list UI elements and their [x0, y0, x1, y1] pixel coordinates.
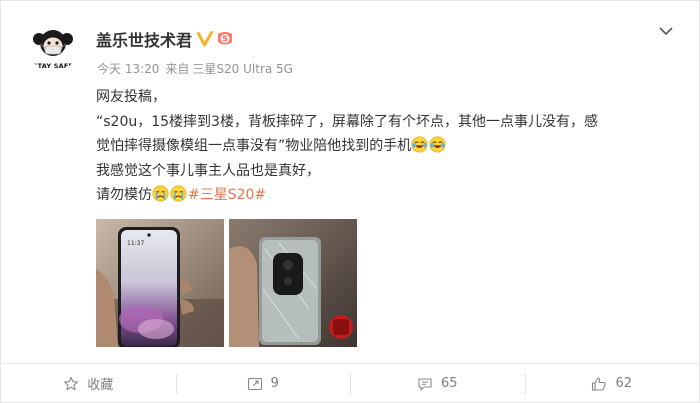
post-meta: 今天 13:20 来自 三星S20 Ultra 5G	[97, 60, 299, 77]
phone-back-photo	[229, 219, 357, 347]
post-line: 我感觉这个事儿事主人品也是真好，	[96, 162, 320, 179]
level-5-icon[interactable]: 5	[216, 31, 234, 47]
hashtag-link[interactable]: #三星S20#	[188, 187, 266, 203]
phone-front-photo: 11:37	[96, 219, 224, 347]
post-source[interactable]: 三星S20 Ultra 5G	[192, 62, 293, 76]
avatar-caption: STAY SAFE	[32, 62, 74, 70]
thumbs-up-icon	[592, 376, 607, 391]
comment-count: 65	[440, 376, 458, 391]
author-row: 盖乐世技术君 5	[96, 27, 234, 51]
like-button[interactable]: 62	[524, 373, 700, 395]
post-action-bar: 收藏 9 65 62	[1, 363, 699, 403]
star-icon	[64, 376, 79, 390]
verified-v-icon[interactable]	[197, 31, 214, 47]
post-line-text: 请勿模仿	[96, 187, 152, 203]
crying-emoji-icon	[152, 185, 169, 202]
weibo-post-card: STAY SAFE 盖乐世技术君 5 今天 13:20 来自 三星S20 Ultra…	[0, 0, 700, 403]
crying-emoji-icon	[170, 185, 187, 202]
comment-button[interactable]: 65	[350, 373, 525, 395]
favorite-label: 收藏	[87, 378, 114, 393]
post-line-text: 觉怕摔得摄像模组一点事没有”物业陪他找到的手机	[96, 138, 412, 154]
post-line: “s20u，15楼摔到3楼，背板摔碎了，屏幕除了有个坏点，其他一点事儿没有，感	[96, 113, 598, 130]
post-line: 网友投稿，	[96, 89, 166, 105]
svg-text:5: 5	[222, 35, 228, 44]
repost-count: 9	[270, 376, 279, 391]
source-prefix: 来自	[165, 62, 190, 76]
post-time[interactable]: 今天 13:20	[97, 62, 159, 76]
repost-icon	[247, 377, 262, 390]
comment-icon	[418, 377, 432, 391]
laugh-cry-emoji-icon	[429, 136, 446, 153]
post-line: 请勿模仿 #三星S20#	[96, 183, 681, 208]
post-line: 觉怕摔得摄像模组一点事没有”物业陪他找到的手机	[96, 134, 681, 159]
post-text: 网友投稿， “s20u，15楼摔到3楼，背板摔碎了，屏幕除了有个坏点，其他一点事…	[96, 85, 681, 208]
repost-button[interactable]: 9	[175, 373, 351, 395]
favorite-button[interactable]: 收藏	[1, 373, 176, 395]
author-name[interactable]: 盖乐世技术君	[96, 27, 192, 51]
photo-phone-front[interactable]: 11:37	[96, 219, 224, 347]
photo-grid: 11:37	[96, 219, 357, 347]
like-count: 62	[615, 376, 633, 391]
photo-phone-back[interactable]	[229, 219, 357, 347]
laugh-cry-emoji-icon	[411, 136, 428, 153]
chevron-down-icon[interactable]	[658, 23, 674, 39]
phone-screen-time: 11:37	[127, 240, 144, 247]
author-avatar[interactable]: STAY SAFE	[28, 22, 78, 72]
